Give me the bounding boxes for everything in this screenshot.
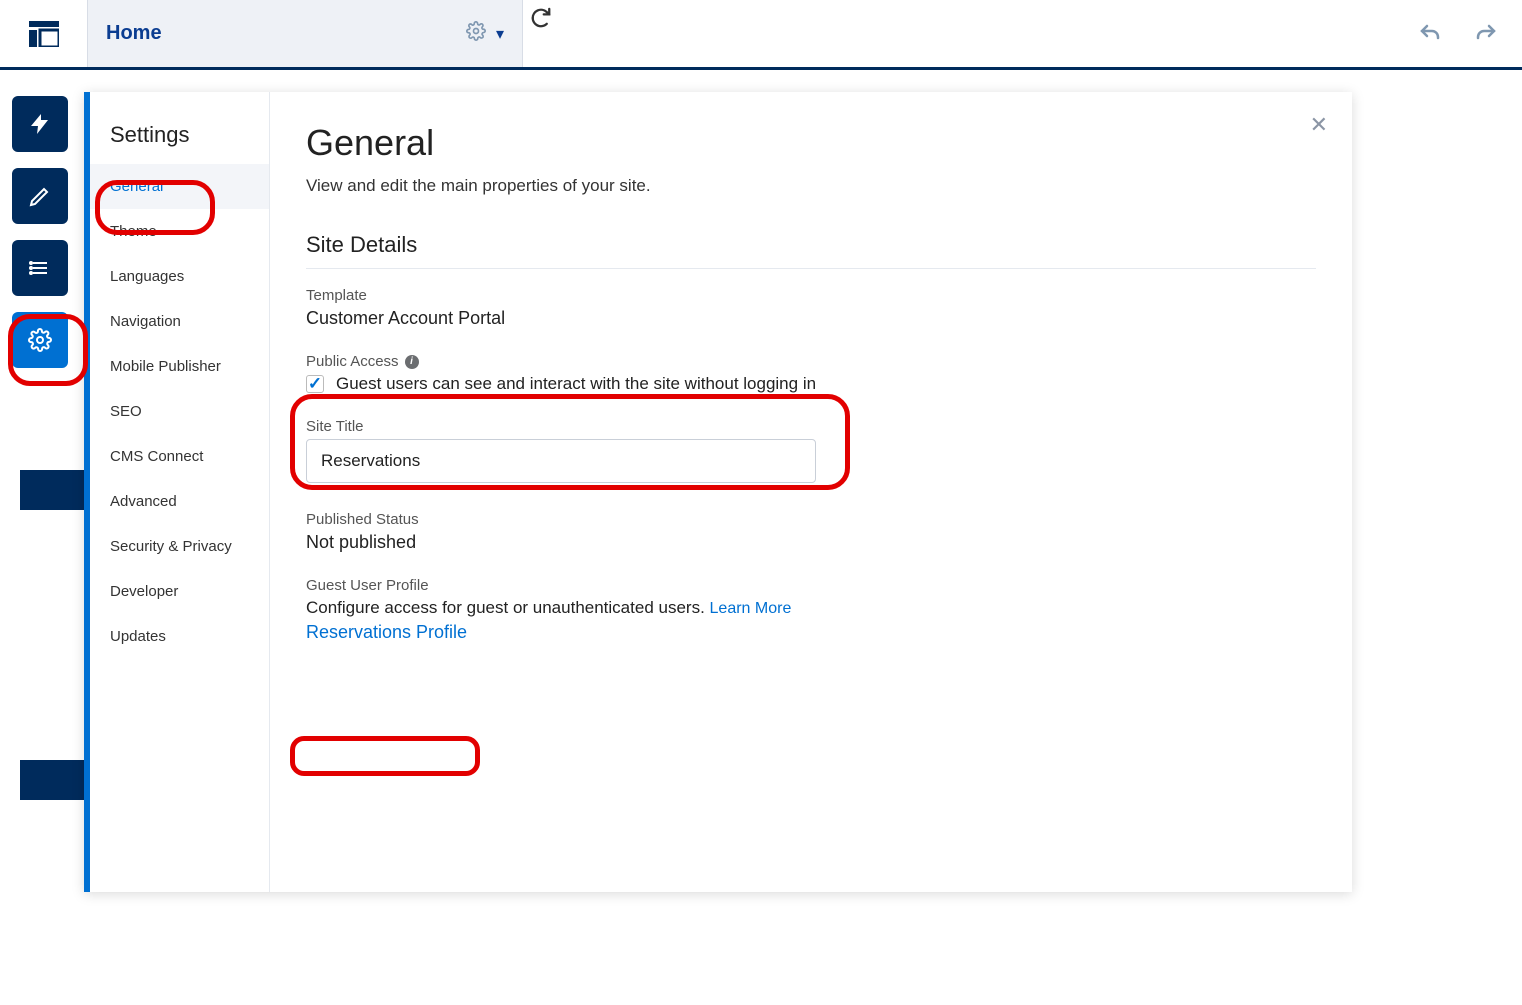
topbar-actions	[1412, 0, 1522, 67]
public-access-label: Public Access i	[306, 353, 1316, 370]
rail-components[interactable]	[12, 96, 68, 152]
nav-navigation[interactable]: Navigation	[90, 299, 269, 344]
public-access-label-text: Public Access	[306, 353, 399, 370]
guest-profile-link[interactable]: Reservations Profile	[306, 622, 467, 643]
public-access-row[interactable]: ✓ Guest users can see and interact with …	[306, 374, 1316, 394]
undo-button[interactable]	[1412, 16, 1448, 52]
nav-advanced[interactable]: Advanced	[90, 479, 269, 524]
public-access-text: Guest users can see and interact with th…	[336, 374, 816, 394]
panel-title: General	[306, 122, 1316, 164]
settings-nav: Settings General Theme Languages Navigat…	[90, 92, 270, 892]
public-access-checkbox[interactable]: ✓	[306, 375, 324, 393]
template-label: Template	[306, 287, 1316, 304]
settings-modal: Settings General Theme Languages Navigat…	[84, 92, 1352, 892]
settings-heading: Settings	[90, 122, 269, 164]
panel-description: View and edit the main properties of you…	[306, 176, 1316, 196]
close-icon[interactable]: ✕	[1310, 112, 1328, 138]
divider	[306, 268, 1316, 269]
top-bar: Home ▾	[0, 0, 1522, 70]
layout-icon	[29, 21, 59, 47]
guest-profile-text: Configure access for guest or unauthenti…	[306, 598, 710, 617]
rail-pages[interactable]	[12, 240, 68, 296]
nav-general[interactable]: General	[90, 164, 269, 209]
template-value: Customer Account Portal	[306, 308, 1316, 329]
site-title-label: Site Title	[306, 418, 1316, 435]
guest-profile-label: Guest User Profile	[306, 577, 1316, 594]
gear-icon[interactable]	[466, 21, 486, 46]
nav-developer[interactable]: Developer	[90, 569, 269, 614]
settings-panel: ✕ General View and edit the main propert…	[270, 92, 1352, 892]
rail-theme[interactable]	[12, 168, 68, 224]
chevron-down-icon[interactable]: ▾	[496, 24, 504, 44]
page-selector[interactable]: Home ▾	[88, 0, 523, 67]
site-title-input[interactable]	[306, 439, 816, 483]
app-icon[interactable]	[0, 0, 88, 67]
refresh-button[interactable]	[523, 0, 559, 36]
published-status-value: Not published	[306, 532, 1316, 553]
nav-theme[interactable]: Theme	[90, 209, 269, 254]
builder-rail	[12, 92, 84, 892]
nav-seo[interactable]: SEO	[90, 389, 269, 434]
nav-languages[interactable]: Languages	[90, 254, 269, 299]
nav-security-privacy[interactable]: Security & Privacy	[90, 524, 269, 569]
nav-mobile-publisher[interactable]: Mobile Publisher	[90, 344, 269, 389]
page-label: Home	[106, 22, 456, 45]
site-details-heading: Site Details	[306, 232, 1316, 258]
info-icon[interactable]: i	[405, 355, 419, 369]
rail-settings[interactable]	[12, 312, 68, 368]
builder-overlay: Settings General Theme Languages Navigat…	[12, 92, 1352, 892]
published-status-label: Published Status	[306, 511, 1316, 528]
nav-updates[interactable]: Updates	[90, 614, 269, 659]
learn-more-link[interactable]: Learn More	[710, 600, 792, 617]
redo-button[interactable]	[1468, 16, 1504, 52]
nav-cms-connect[interactable]: CMS Connect	[90, 434, 269, 479]
